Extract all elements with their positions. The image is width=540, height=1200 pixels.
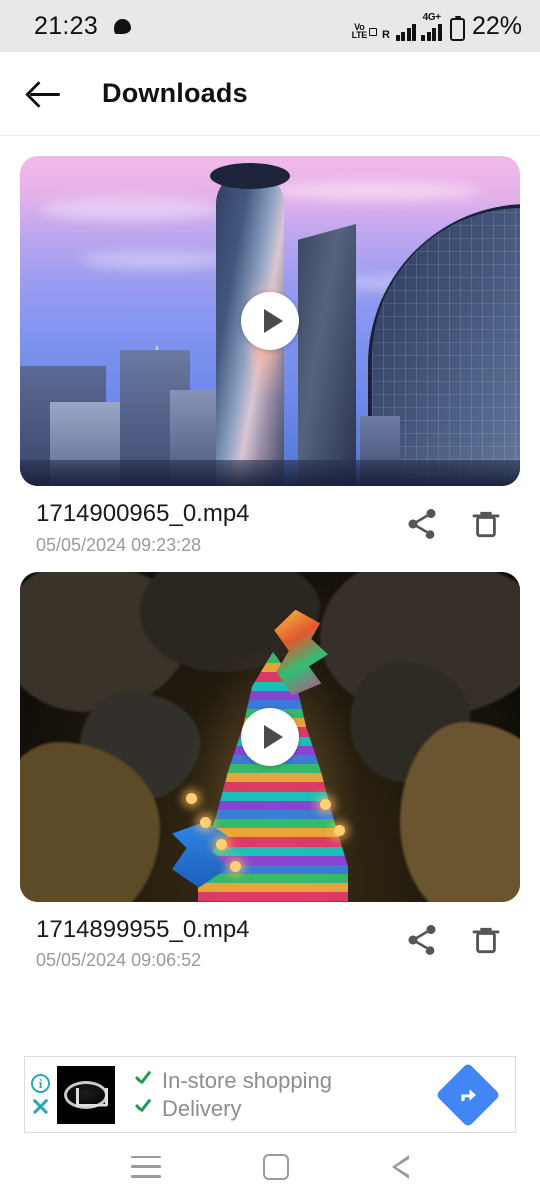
file-meta: 1714899955_0.mp4 05/05/2024 09:06:52 [20,902,520,972]
file-date: 05/05/2024 09:06:52 [36,950,202,971]
back-triangle-icon[interactable] [391,1154,409,1179]
battery-percent: 22% [471,11,522,40]
delete-icon[interactable] [468,506,504,542]
volte-bottom-label: LTE [351,30,368,41]
battery-icon [449,15,465,41]
file-actions [404,916,504,958]
play-icon[interactable] [241,707,299,766]
back-arrow-icon[interactable] [28,77,62,111]
video-thumbnail-city[interactable] [20,156,520,486]
file-name: 1714900965_0.mp4 [36,500,250,527]
delete-icon[interactable] [468,922,504,958]
close-icon[interactable] [31,1097,50,1116]
signal-bars-sim1-icon [395,23,417,41]
downloads-list: 1714900965_0.mp4 05/05/2024 09:23:28 171… [0,136,540,971]
directions-arrow-icon[interactable] [435,1061,501,1128]
roaming-indicator: R [382,28,390,41]
home-icon[interactable] [263,1153,290,1180]
check-icon [133,1099,152,1118]
file-name: 1714899955_0.mp4 [36,915,250,943]
list-item[interactable]: 1714899955_0.mp4 05/05/2024 09:06:52 [20,571,520,972]
video-thumbnail-cave[interactable] [20,571,520,902]
volte-indicator: Vo LTE [351,22,377,41]
info-icon[interactable]: i [31,1073,50,1093]
signal-bars-sim2-icon [421,23,442,41]
status-bar-right: Vo LTE R 4G+ 22% [352,12,522,41]
file-date: 05/05/2024 09:23:28 [36,534,202,555]
page-title: Downloads [102,78,248,108]
share-icon[interactable] [404,506,440,542]
status-bar-left: 21:23 [34,11,132,41]
mazda-logo-icon [57,1065,115,1124]
file-meta: 1714900965_0.mp4 05/05/2024 09:23:28 [20,486,520,556]
file-actions [404,500,504,542]
recents-icon[interactable] [131,1155,162,1178]
app-header: Downloads [0,52,540,136]
file-text-block: 1714900965_0.mp4 05/05/2024 09:23:28 [36,500,404,556]
volte-box-icon [369,28,377,37]
ad-feature-row: In-store shopping [133,1068,332,1094]
share-icon[interactable] [404,922,440,958]
ad-banner[interactable]: i In-store shopping Delivery [24,1056,516,1133]
system-nav-bar [0,1133,540,1200]
network-type-label: 4G+ [422,11,442,23]
ad-feature-label: Delivery [162,1095,242,1121]
volte-text: Vo LTE [351,22,368,41]
check-icon [133,1071,152,1090]
ad-feature-label: In-store shopping [162,1067,332,1093]
status-time: 21:23 [34,11,99,40]
file-text-block: 1714899955_0.mp4 05/05/2024 09:06:52 [36,916,404,972]
network-type-indicator: 4G+ [421,11,442,41]
status-bar: 21:23 Vo LTE R 4G+ 22% [0,0,540,52]
play-icon[interactable] [241,292,299,350]
ad-feature-row: Delivery [133,1096,332,1122]
chat-bubble-icon [114,18,132,34]
list-item[interactable]: 1714900965_0.mp4 05/05/2024 09:23:28 [20,156,520,556]
ad-badges: i [31,1073,50,1116]
ad-feature-list: In-store shopping Delivery [133,1068,332,1122]
